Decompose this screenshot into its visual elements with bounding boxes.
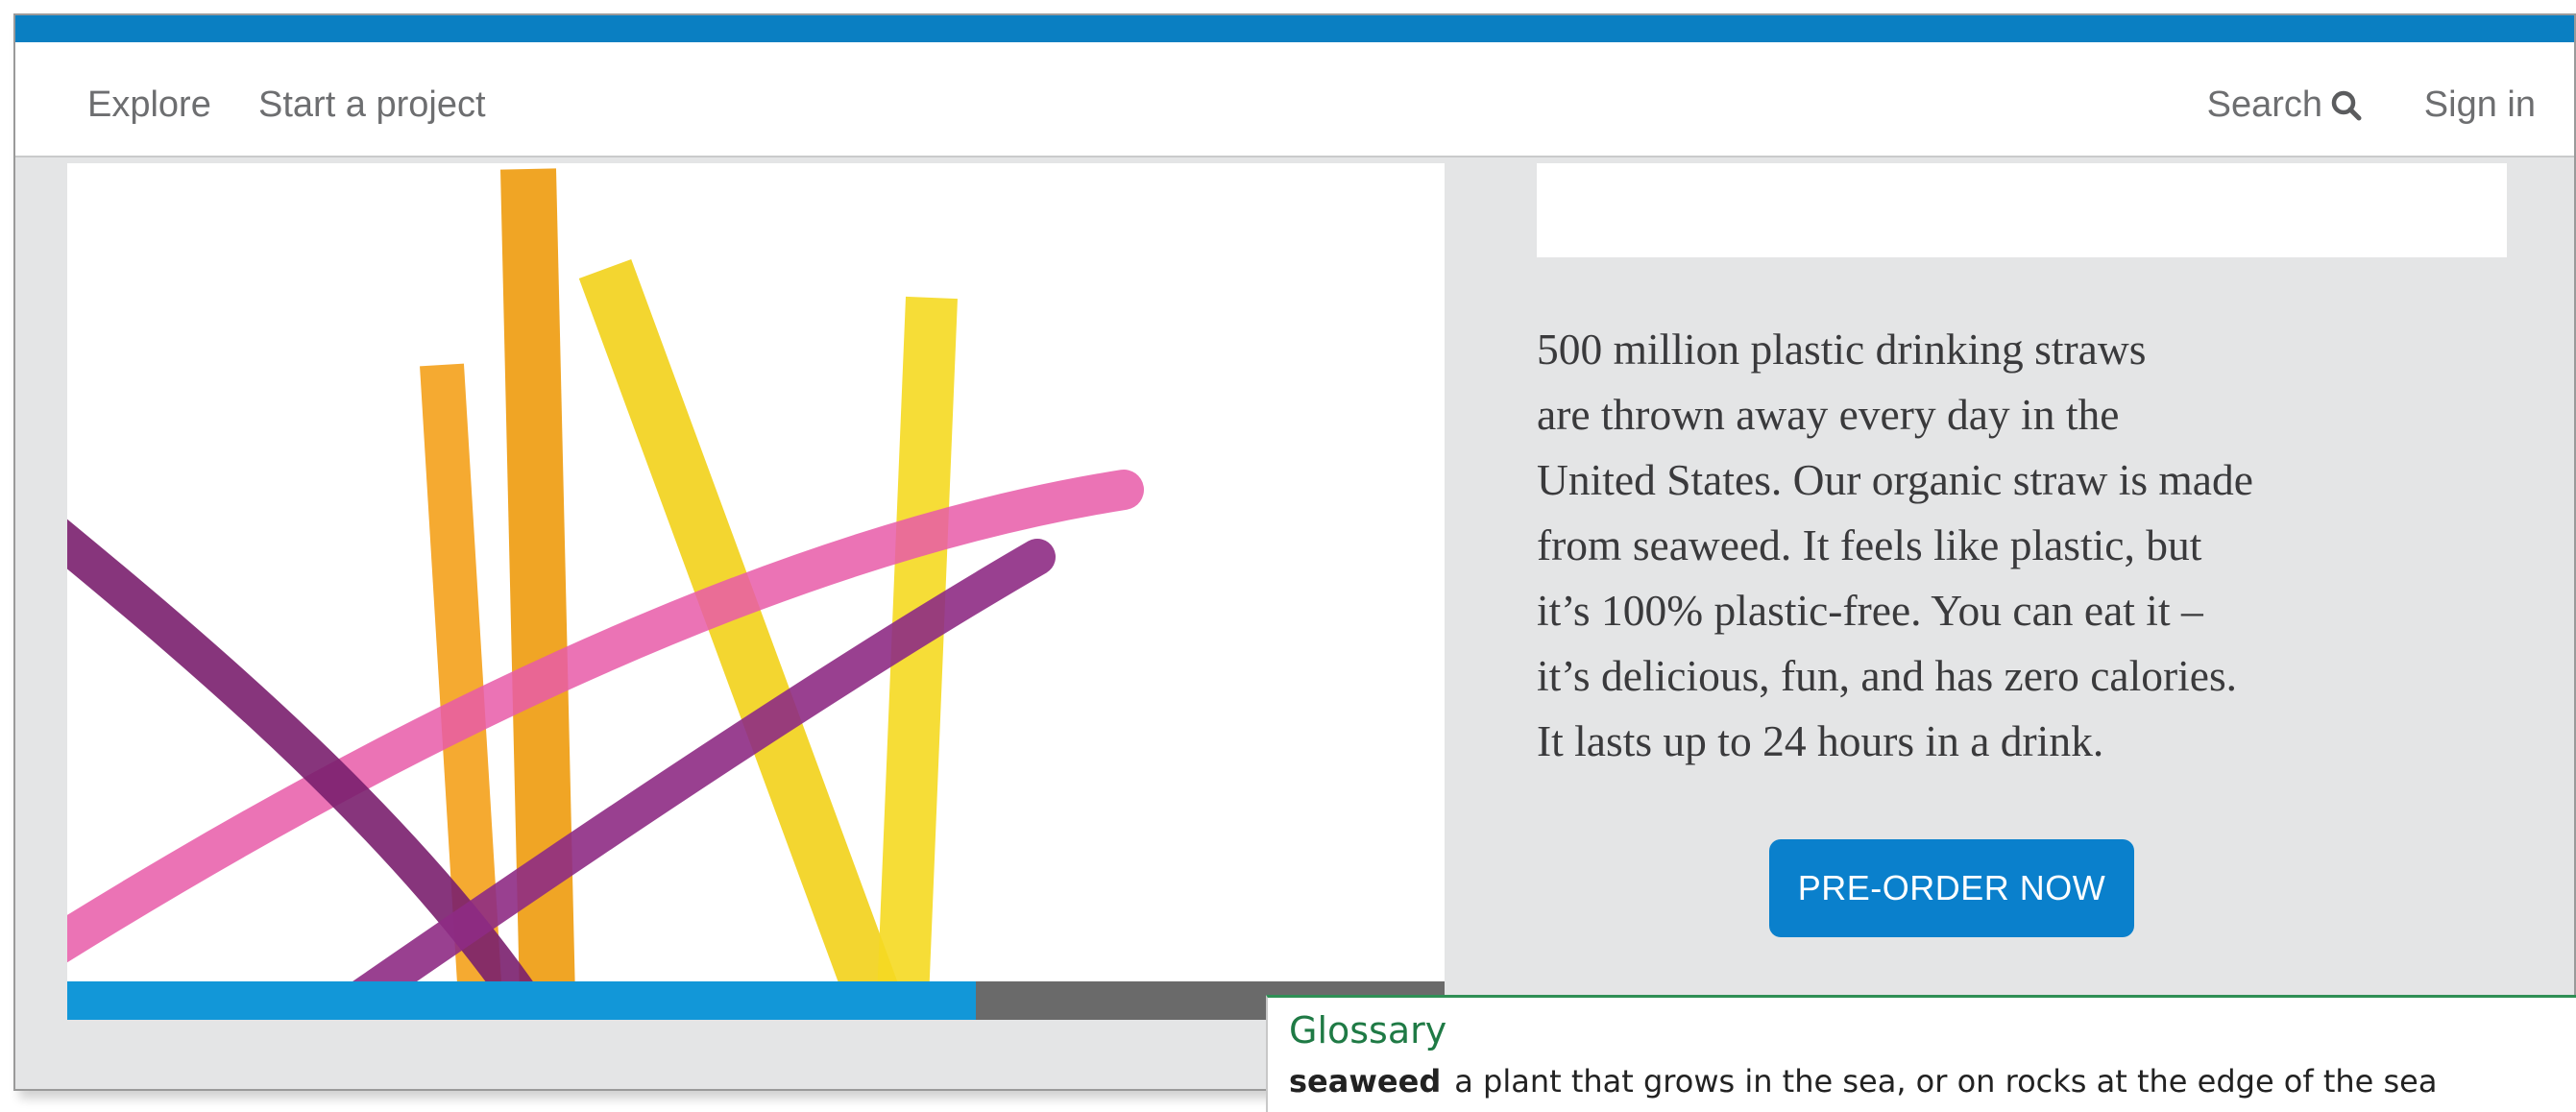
content-header-placeholder [1537,163,2507,257]
hero-product-image [67,163,1445,999]
glossary-entry: seaweed a plant that grows in the sea, or… [1289,1063,2437,1100]
nav-start-project-link[interactable]: Start a project [258,85,486,126]
nav-explore-link[interactable]: Explore [87,85,211,126]
progress-fill [67,981,977,1020]
description-line: it’s delicious, fun, and has zero calori… [1537,651,2238,700]
glossary-title: Glossary [1289,1009,1447,1052]
image-carousel-progress [67,981,1445,1020]
description-line: from seaweed. It feels like plastic, but [1537,520,2202,569]
straws-illustration [67,168,1144,999]
description-line: 500 million plastic drinking straws [1537,325,2147,374]
pre-order-button[interactable]: PRE-ORDER NOW [1769,839,2134,937]
top-navigation: Explore Start a project Search Sign in [15,42,2574,157]
description-line: it’s 100% plastic-free. You can eat it – [1537,586,2203,635]
description-line: United States. Our organic straw is made [1537,455,2253,504]
glossary-definition: a plant that grows in the sea, or on roc… [1454,1063,2438,1100]
search-icon [2330,89,2363,122]
pre-order-label: PRE-ORDER NOW [1797,868,2106,907]
nav-search-button[interactable]: Search [2207,85,2363,126]
description-line: are thrown away every day in the [1537,390,2120,439]
glossary-term: seaweed [1289,1063,1442,1100]
description-line: It lasts up to 24 hours in a drink. [1537,716,2104,765]
top-accent-bar [15,15,2574,42]
nav-sign-in-link[interactable]: Sign in [2424,85,2536,126]
search-label: Search [2206,85,2322,125]
product-description: 500 million plastic drinking straws are t… [1537,317,2555,774]
glossary-panel: Glossary seaweed a plant that grows in th… [1266,995,2576,1112]
